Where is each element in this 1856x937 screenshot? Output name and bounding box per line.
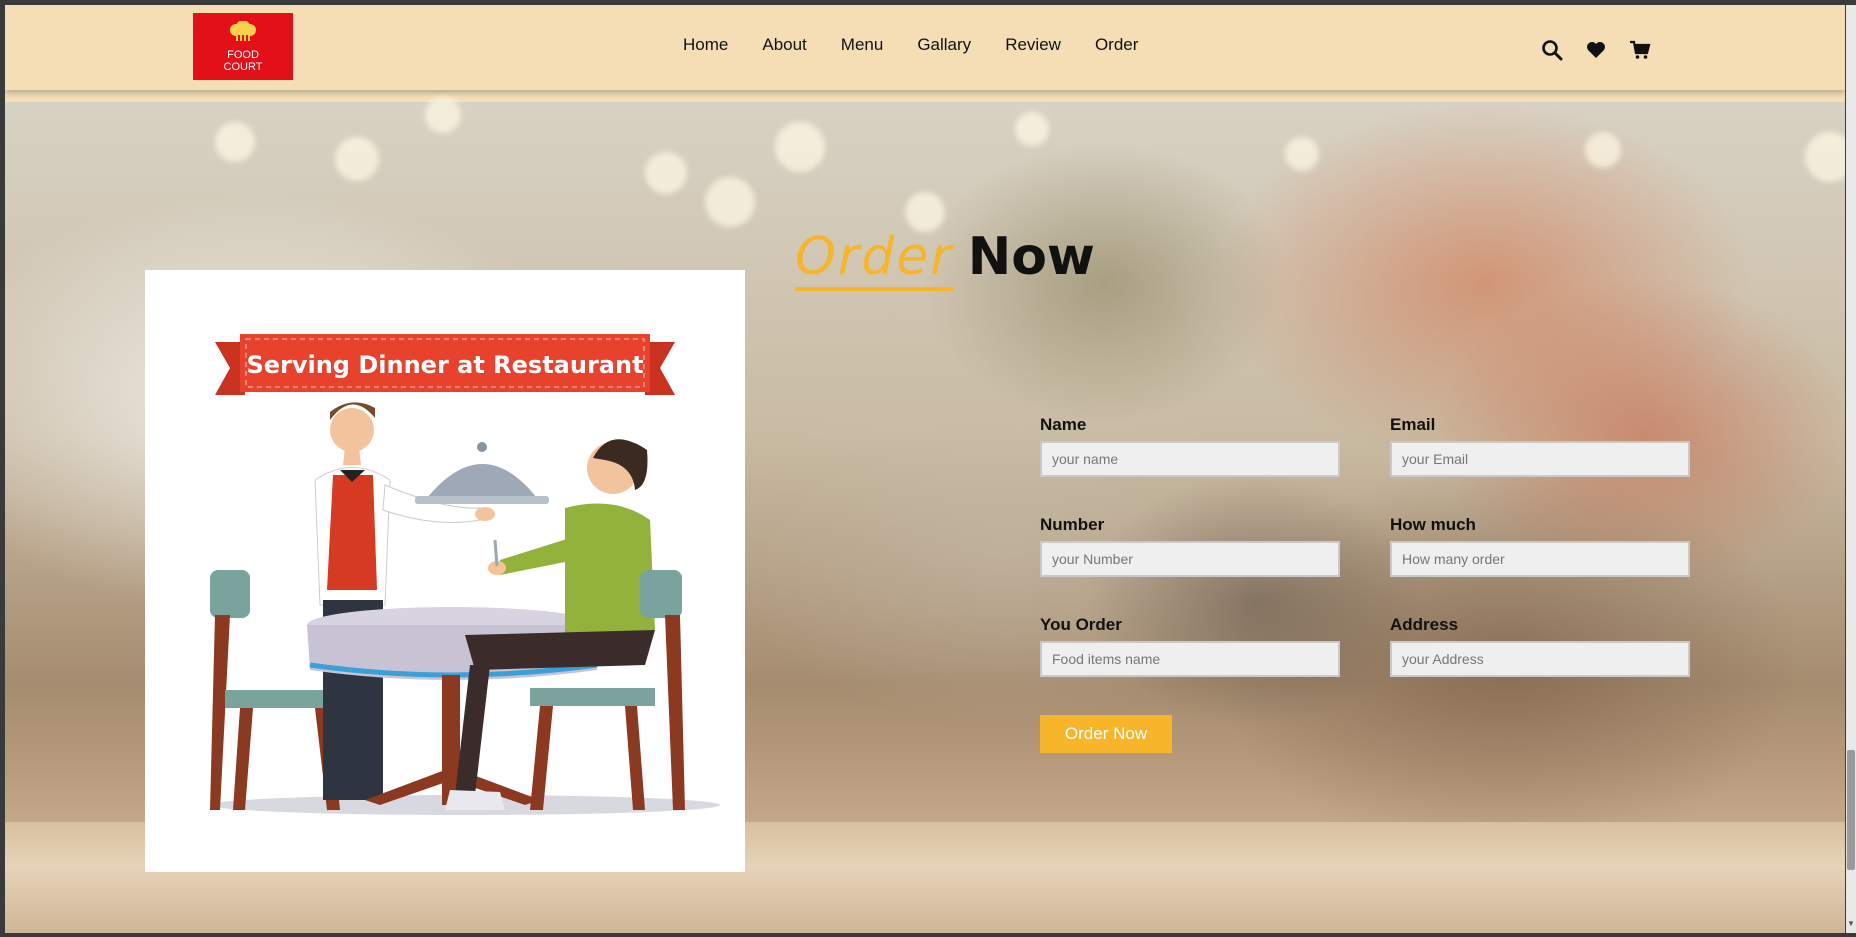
nav-review[interactable]: Review <box>1005 35 1061 65</box>
quantity-label: How much <box>1390 515 1476 534</box>
bokeh-light <box>645 152 687 194</box>
order-items-field-group: You Order <box>1040 615 1340 677</box>
title-accent: Order <box>795 226 954 291</box>
bokeh-light <box>335 137 379 181</box>
bokeh-light <box>775 122 825 172</box>
number-input[interactable] <box>1040 541 1340 577</box>
name-field-group: Name <box>1040 415 1340 477</box>
page-scrollbar[interactable]: ▼ <box>1846 5 1856 933</box>
title-rest: Now <box>967 226 1095 287</box>
quantity-input[interactable] <box>1390 541 1690 577</box>
quantity-field-group: How much <box>1390 515 1690 577</box>
order-items-label: You Order <box>1040 615 1122 634</box>
order-items-input[interactable] <box>1040 641 1340 677</box>
chef-hat-icon <box>230 21 256 48</box>
heart-icon[interactable] <box>1585 39 1607 61</box>
address-field-group: Address <box>1390 615 1690 677</box>
restaurant-illustration: Serving Dinner at Restaurant <box>145 270 745 872</box>
address-input[interactable] <box>1390 641 1690 677</box>
nav-about[interactable]: About <box>762 35 806 65</box>
email-input[interactable] <box>1390 441 1690 477</box>
number-label: Number <box>1040 515 1105 534</box>
name-label: Name <box>1040 415 1087 434</box>
logo[interactable]: FOOD COURT <box>193 13 293 80</box>
main-nav: Home About Menu Gallary Review Order <box>683 35 1172 65</box>
bokeh-light <box>1285 137 1319 171</box>
bokeh-light <box>1805 132 1845 182</box>
address-label: Address <box>1390 615 1459 634</box>
name-input[interactable] <box>1040 441 1340 477</box>
site-header: FOOD COURT Home About Menu Gallary Revie… <box>5 5 1845 90</box>
search-icon[interactable] <box>1541 39 1563 61</box>
email-label: Email <box>1390 415 1436 434</box>
nav-gallary[interactable]: Gallary <box>917 35 971 65</box>
scrollbar-thumb[interactable] <box>1847 750 1855 870</box>
nav-home[interactable]: Home <box>683 35 728 65</box>
nav-menu[interactable]: Menu <box>841 35 884 65</box>
scroll-down-arrow-icon[interactable]: ▼ <box>1846 919 1856 931</box>
header-icons <box>1541 39 1651 61</box>
logo-text: FOOD COURT <box>223 49 263 73</box>
bokeh-light <box>705 177 755 227</box>
nav-order[interactable]: Order <box>1095 35 1138 65</box>
bokeh-light <box>425 97 461 133</box>
email-field-group: Email <box>1390 415 1690 477</box>
bokeh-light <box>1585 132 1621 168</box>
banner-text: Serving Dinner at Restaurant <box>246 351 643 379</box>
cart-icon[interactable] <box>1629 39 1651 61</box>
browser-viewport: FOOD COURT Home About Menu Gallary Revie… <box>5 5 1845 933</box>
number-field-group: Number <box>1040 515 1340 577</box>
order-now-button[interactable]: Order Now <box>1040 715 1172 753</box>
bokeh-light <box>1015 112 1049 146</box>
page-title: Order Now <box>795 226 1095 291</box>
bokeh-light <box>215 122 255 162</box>
